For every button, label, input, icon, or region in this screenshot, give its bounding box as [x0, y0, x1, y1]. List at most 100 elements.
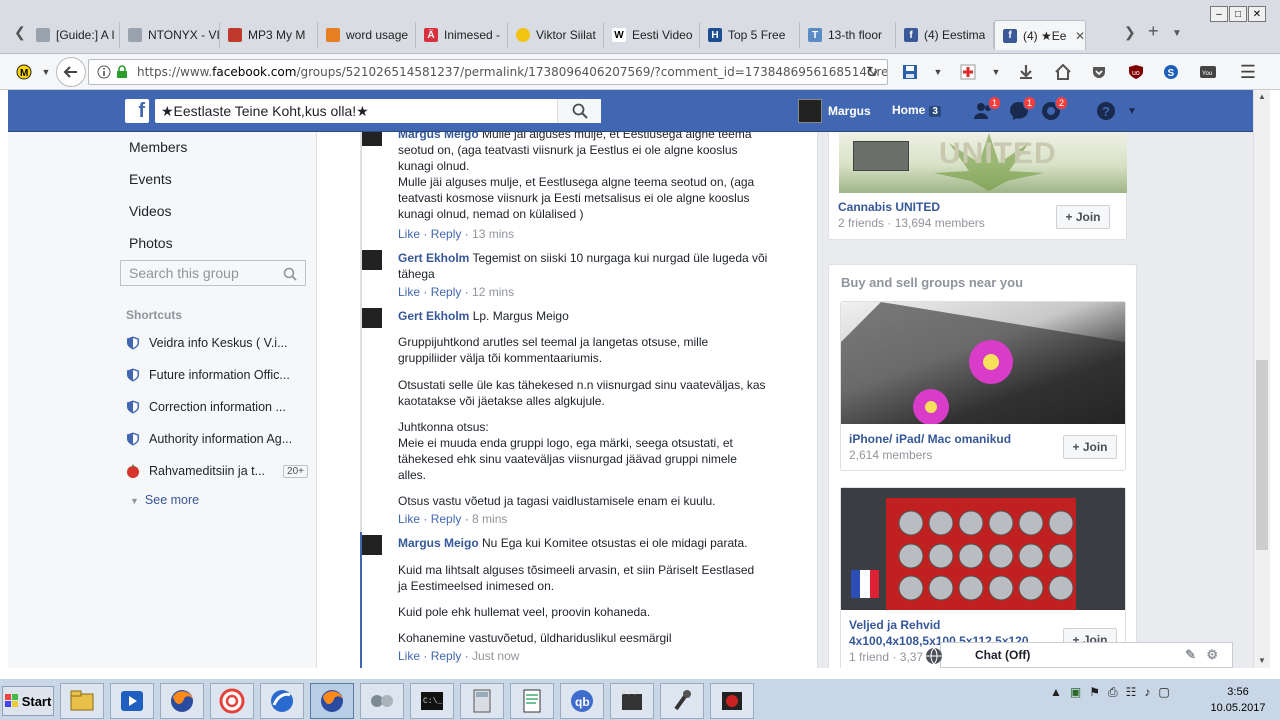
group-name[interactable]: iPhone/ iPad/ Mac omanikud	[849, 432, 1011, 446]
avatar[interactable]	[362, 250, 382, 270]
youtube-icon[interactable]: You	[1196, 60, 1220, 84]
tab-scroll-right-icon[interactable]: ❯	[1124, 24, 1136, 41]
taskbar-app-button[interactable]	[610, 683, 654, 719]
comment-author[interactable]: Margus Meigo	[398, 536, 479, 550]
like-link[interactable]: Like	[398, 285, 420, 299]
reply-link[interactable]: Reply	[431, 649, 462, 663]
browser-tab[interactable]: [Guide:] A I	[28, 22, 120, 48]
home-icon[interactable]	[1051, 60, 1075, 84]
flag-tray-icon[interactable]: ⚑	[1089, 685, 1100, 700]
like-link[interactable]: Like	[398, 649, 420, 663]
reply-link[interactable]: Reply	[431, 512, 462, 526]
action-center-icon[interactable]: ▢	[1158, 685, 1169, 700]
maximize-button[interactable]: □	[1229, 6, 1247, 22]
taskbar-app-button[interactable]	[310, 683, 354, 719]
search-icon[interactable]	[557, 99, 601, 123]
see-more-link[interactable]: ▼ See more	[130, 493, 199, 507]
chat-settings-gear-icon[interactable]: ⚙	[1206, 647, 1218, 663]
scroll-up-icon[interactable]: ▲	[1258, 92, 1266, 101]
taskbar-app-button[interactable]	[210, 683, 254, 719]
reply-link[interactable]: Reply	[431, 285, 462, 299]
tray-app-icon[interactable]: ▣	[1070, 685, 1081, 700]
shortcut-item[interactable]: Authority information Ag...	[126, 432, 308, 446]
browser-tab[interactable]: T 13-th floor	[800, 22, 896, 48]
account-menu-icon[interactable]: ▼	[1121, 100, 1143, 122]
taskbar-app-button[interactable]: qb	[560, 683, 604, 719]
vertical-scrollbar[interactable]: ▲ ▼	[1253, 90, 1270, 668]
minimize-button[interactable]: –	[1210, 6, 1228, 22]
group-cover-image[interactable]: UNITED	[839, 132, 1127, 193]
save-dropdown-icon[interactable]: ▼	[926, 60, 950, 84]
group-name[interactable]: Cannabis UNITED	[838, 200, 940, 214]
reload-icon[interactable]: ↻	[860, 60, 884, 84]
download-icon[interactable]	[1014, 60, 1038, 84]
scroll-down-icon[interactable]: ▼	[1258, 656, 1266, 665]
browser-tab[interactable]: f (4) ★Ees ✕	[994, 20, 1086, 50]
taskbar-app-button[interactable]	[60, 683, 104, 719]
group-name[interactable]: Veljed ja Rehvid	[849, 618, 940, 632]
scrollbar-thumb[interactable]	[1256, 360, 1268, 550]
friend-requests-icon[interactable]: 1	[973, 96, 1001, 122]
addon-dropdown-icon[interactable]: ▼	[984, 60, 1008, 84]
taskbar-app-button[interactable]	[260, 683, 304, 719]
hamburger-menu-icon[interactable]: ☰	[1236, 60, 1260, 84]
taskbar-app-button[interactable]	[110, 683, 154, 719]
browser-tab[interactable]: NTONYX - VIrt	[120, 22, 220, 48]
new-tab-button[interactable]: +	[1148, 21, 1159, 42]
close-window-button[interactable]: ✕	[1248, 6, 1266, 22]
new-message-icon[interactable]: ✎	[1185, 647, 1196, 663]
taskbar-app-button[interactable]	[360, 683, 404, 719]
save-icon[interactable]	[898, 60, 922, 84]
facebook-logo[interactable]: f	[125, 99, 149, 123]
avatar[interactable]	[362, 132, 382, 146]
like-link[interactable]: Like	[398, 512, 420, 526]
shortcut-item[interactable]: Correction information ...	[126, 400, 308, 414]
ublock-icon[interactable]: uo	[1124, 60, 1148, 84]
wheels-image[interactable]	[841, 488, 1125, 610]
profile-link[interactable]: Margus	[798, 99, 871, 123]
shortcut-item[interactable]: Rahvameditsiin ja t... 20+	[126, 464, 308, 478]
comment-time[interactable]: 13 mins	[472, 227, 514, 241]
browser-tab[interactable]: Ä Inimesed -	[416, 22, 508, 48]
taskbar-app-button[interactable]: C:\_	[410, 683, 454, 719]
url-bar[interactable]: https://www. facebook.com/groups/52102651…	[88, 59, 888, 85]
like-link[interactable]: Like	[398, 227, 420, 241]
browser-tab[interactable]: f (4) Eestima	[896, 22, 994, 48]
shortcut-item[interactable]: Veidra info Keskus ( V.i...	[126, 336, 308, 350]
taskbar-app-button[interactable]	[510, 683, 554, 719]
usb-icon[interactable]: ⎙	[1108, 685, 1118, 700]
nav-events[interactable]: Events	[129, 171, 172, 187]
comment-time[interactable]: 8 mins	[472, 512, 507, 526]
tab-scroll-left-icon[interactable]: ❮	[14, 24, 26, 41]
close-tab-icon[interactable]: ✕	[1075, 29, 1085, 43]
comment-author[interactable]: Gert Ekholm	[398, 309, 469, 323]
taskbar-app-button[interactable]	[460, 683, 504, 719]
browser-tab[interactable]: Viktor Siilat	[508, 22, 604, 48]
messages-icon[interactable]: 1	[1008, 96, 1036, 122]
volume-icon[interactable]: ♪	[1144, 685, 1150, 700]
browser-tab[interactable]: word usage	[318, 22, 416, 48]
search-icon[interactable]	[283, 267, 297, 281]
browser-tab[interactable]: H Top 5 Free	[700, 22, 800, 48]
first-aid-icon[interactable]	[956, 60, 980, 84]
comment-time[interactable]: 12 mins	[472, 285, 514, 299]
taskbar-app-button[interactable]	[660, 683, 704, 719]
shortcut-item[interactable]: Future information Offic...	[126, 368, 308, 382]
taskbar-app-button[interactable]	[160, 683, 204, 719]
taskbar-app-button[interactable]	[710, 683, 754, 719]
avatar[interactable]	[362, 308, 382, 328]
back-button[interactable]	[56, 57, 86, 87]
start-button[interactable]: Start	[2, 686, 54, 716]
comment-author[interactable]: Gert Ekholm	[398, 251, 469, 265]
chat-bar[interactable]: Chat (Off) ✎ ⚙	[926, 642, 1233, 668]
menu-logo-icon[interactable]: M	[12, 60, 36, 84]
help-icon[interactable]: ?	[1095, 100, 1117, 122]
group-search-input[interactable]: Search this group	[120, 260, 306, 286]
join-group-button[interactable]: + Join	[1063, 435, 1117, 459]
comment-time[interactable]: Just now	[472, 649, 519, 663]
lock-icon[interactable]	[110, 60, 134, 84]
network-icon[interactable]: ☷	[1126, 685, 1137, 700]
join-group-button[interactable]: + Join	[1056, 205, 1110, 229]
skype-icon[interactable]: S	[1159, 60, 1183, 84]
tab-list-icon[interactable]: ▼	[1172, 28, 1182, 39]
